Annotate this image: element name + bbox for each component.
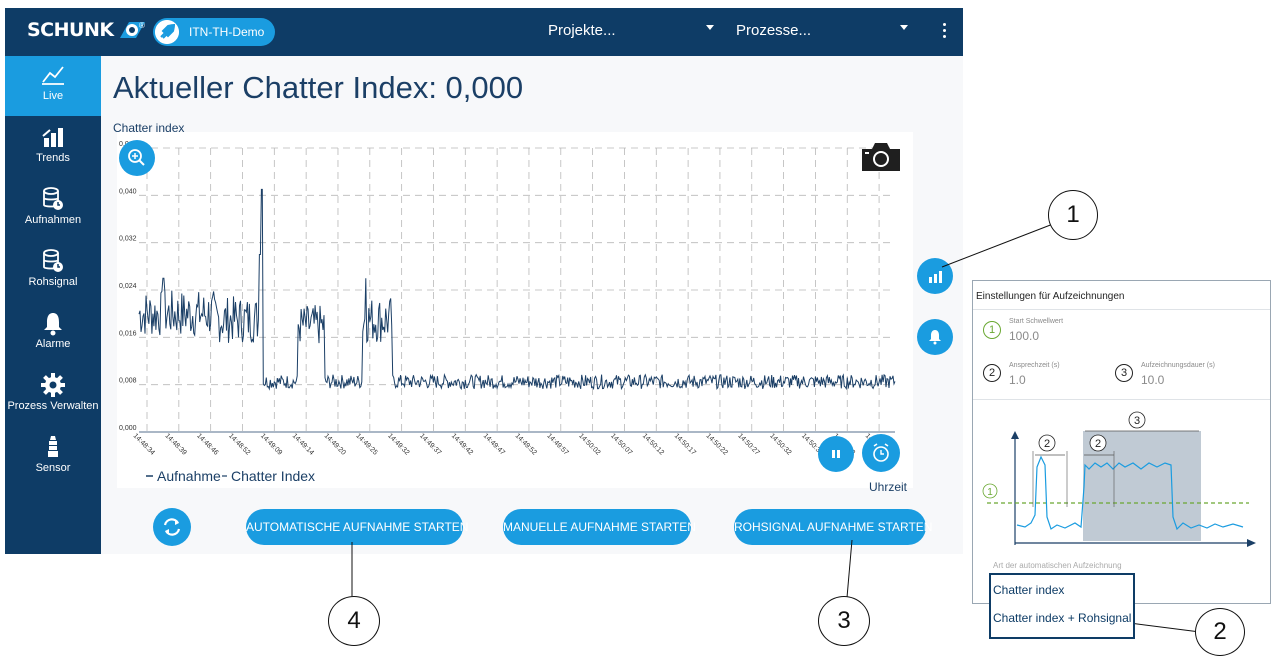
- recording-mode-option[interactable]: Chatter index: [993, 583, 1064, 597]
- recording-mode-dropdown[interactable]: Chatter index Chatter index + Rohsignal: [989, 573, 1135, 639]
- callout-badge: 3: [818, 596, 870, 646]
- diagram-label: 1: [987, 487, 993, 498]
- start-threshold-value[interactable]: 100.0: [1009, 329, 1039, 343]
- response-time-value[interactable]: 1.0: [1009, 373, 1026, 387]
- recording-trigger-diagram: 2 2 3 1: [982, 411, 1256, 547]
- arrow-right-icon: [1247, 539, 1256, 547]
- settings-title: Einstellungen für Aufzeichnungen: [976, 291, 1125, 302]
- start-threshold-label: Start Schwellwert: [1009, 318, 1064, 325]
- recording-settings-panel: Einstellungen für Aufzeichnungen 1 Start…: [972, 280, 1271, 639]
- divider: [973, 399, 1270, 400]
- diagram-label: 2: [1044, 438, 1050, 450]
- arrow-up-icon: [1011, 431, 1019, 439]
- field-number-badge: 1: [983, 321, 1001, 339]
- field-number-badge: 3: [1115, 364, 1133, 382]
- recording-duration-label: Aufzeichnungsdauer (s): [1141, 362, 1215, 369]
- field-number-badge: 2: [983, 364, 1001, 382]
- diagram-label: 2: [1095, 438, 1101, 450]
- callout-badge: 1: [1048, 190, 1098, 240]
- divider: [973, 309, 1270, 310]
- recording-mode-option[interactable]: Chatter index + Rohsignal: [993, 611, 1131, 625]
- callout-badge: 2: [1195, 608, 1245, 656]
- callout-badge: 4: [328, 596, 380, 646]
- recording-mode-label: Art der automatischen Aufzeichnung: [993, 561, 1122, 570]
- recording-duration-value[interactable]: 10.0: [1141, 373, 1164, 387]
- diagram-label: 3: [1134, 415, 1140, 427]
- response-time-label: Ansprechzeit (s): [1009, 362, 1060, 369]
